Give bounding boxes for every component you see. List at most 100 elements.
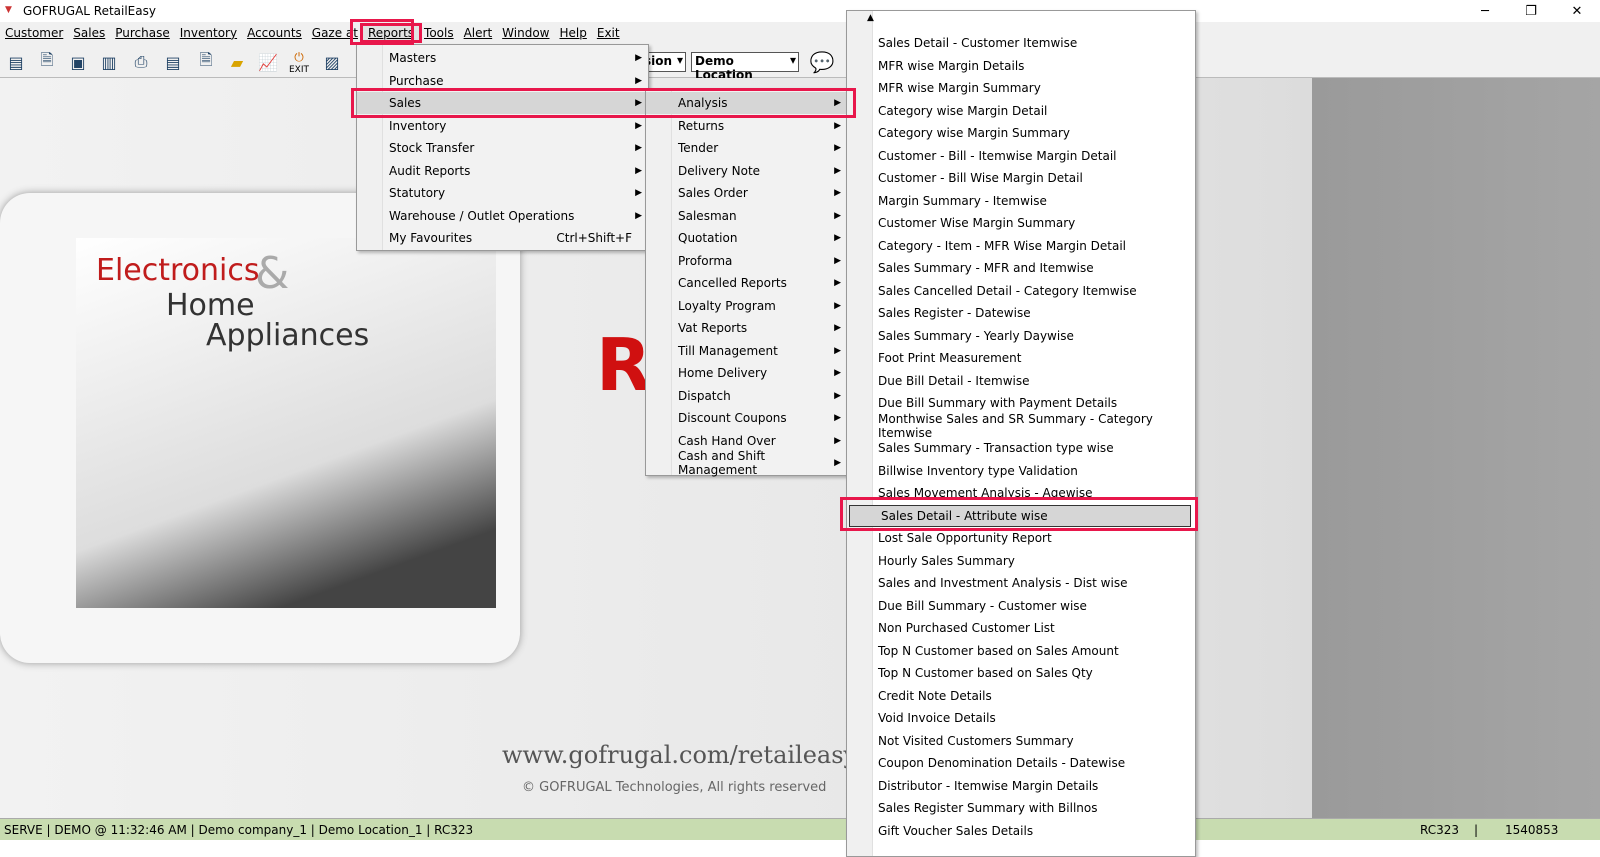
menu-inventory[interactable]: Inventory	[175, 26, 242, 40]
sales-item-delivery-note[interactable]: Delivery Note ▶	[646, 160, 847, 182]
sales-item-returns[interactable]: Returns ▶	[646, 115, 847, 137]
sales-item-sales-order[interactable]: Sales Order ▶	[646, 182, 847, 204]
sales-item-cash-and-shift-management[interactable]: Cash and Shift Management ▶	[646, 449, 847, 477]
close-button[interactable]: ✕	[1554, 0, 1600, 22]
customer-icon[interactable]: ▣	[66, 50, 90, 74]
menu-item-label: Sales Register Summary with Billnos	[878, 801, 1098, 815]
restore-button[interactable]: ❐	[1508, 0, 1554, 22]
sales-item-till-management[interactable]: Till Management ▶	[646, 340, 847, 362]
menu-item-label: Dispatch	[678, 388, 731, 403]
analysis-item-margin-summary-itemwise[interactable]: Margin Summary - Itemwise	[847, 190, 1195, 212]
menu-accounts[interactable]: Accounts	[242, 26, 307, 40]
chart-icon[interactable]: 📈	[256, 50, 280, 74]
analysis-item-category-wise-margin-detail[interactable]: Category wise Margin Detail	[847, 100, 1195, 122]
scroll-up-arrow-icon[interactable]: ▲	[867, 13, 874, 23]
analysis-item-top-n-customer-based-on-sales-amount[interactable]: Top N Customer based on Sales Amount	[847, 640, 1195, 662]
analysis-item-customer-bill-wise-margin-detail[interactable]: Customer - Bill Wise Margin Detail	[847, 167, 1195, 189]
barcode-icon[interactable]: ▥	[97, 50, 121, 74]
reports-item-inventory[interactable]: Inventory ▶	[357, 115, 648, 137]
menu-item-label: Inventory	[389, 118, 447, 133]
sales-item-dispatch[interactable]: Dispatch ▶	[646, 385, 847, 407]
minimize-button[interactable]: ─	[1462, 0, 1508, 22]
analysis-item-customer-bill-itemwise-margin-detail[interactable]: Customer - Bill - Itemwise Margin Detail	[847, 145, 1195, 167]
reports-item-purchase[interactable]: Purchase ▶	[357, 70, 648, 92]
analysis-item-foot-print-measurement[interactable]: Foot Print Measurement	[847, 347, 1195, 369]
analysis-item-sales-register-summary-with-billnos[interactable]: Sales Register Summary with Billnos	[847, 797, 1195, 819]
analysis-item-due-bill-detail-itemwise[interactable]: Due Bill Detail - Itemwise	[847, 370, 1195, 392]
analysis-item-category-item-mfr-wise-margin-detail[interactable]: Category - Item - MFR Wise Margin Detail	[847, 235, 1195, 257]
location-select[interactable]: Demo Location	[691, 52, 799, 82]
status-code: RC323	[1420, 822, 1460, 837]
status-left: SERVE | DEMO @ 11:32:46 AM | Demo compan…	[4, 822, 474, 837]
submenu-arrow-icon: ▶	[635, 210, 642, 221]
reports-item-warehouse-outlet-operations[interactable]: Warehouse / Outlet Operations ▶	[357, 205, 648, 227]
report-icon[interactable]: ▤	[4, 50, 28, 74]
menu-gaze-at[interactable]: Gaze at	[307, 26, 363, 40]
analysis-item-lost-sale-opportunity-report[interactable]: Lost Sale Opportunity Report	[847, 527, 1195, 549]
sales-item-loyalty-program[interactable]: Loyalty Program ▶	[646, 295, 847, 317]
analysis-item-sales-summary-mfr-and-itemwise[interactable]: Sales Summary - MFR and Itemwise	[847, 257, 1195, 279]
analysis-item-coupon-denomination-details-datewise[interactable]: Coupon Denomination Details - Datewise	[847, 752, 1195, 774]
menu-exit[interactable]: Exit	[592, 26, 625, 40]
menu-reports[interactable]: Reports	[359, 23, 423, 43]
analysis-item-distributor-itemwise-margin-details[interactable]: Distributor - Itemwise Margin Details	[847, 775, 1195, 797]
folder-icon[interactable]: ▰	[225, 50, 249, 74]
analysis-item-sales-movement-analysis-agewise[interactable]: Sales Movement Analysis - Agewise	[847, 482, 1195, 504]
menu-window[interactable]: Window	[497, 26, 554, 40]
reports-item-my-favourites[interactable]: My Favourites Ctrl+Shift+F	[357, 227, 648, 249]
sales-item-salesman[interactable]: Salesman ▶	[646, 205, 847, 227]
analysis-item-sales-detail-customer-itemwise[interactable]: Sales Detail - Customer Itemwise	[847, 32, 1195, 54]
sales-item-tender[interactable]: Tender ▶	[646, 137, 847, 159]
document-icon[interactable]: ▤	[161, 50, 185, 74]
menu-help[interactable]: Help	[555, 26, 592, 40]
menu-sales[interactable]: Sales	[68, 26, 110, 40]
reports-item-audit-reports[interactable]: Audit Reports ▶	[357, 160, 648, 182]
graph-report-icon[interactable]: ▨	[320, 50, 344, 74]
analysis-item-credit-note-details[interactable]: Credit Note Details	[847, 685, 1195, 707]
sales-item-quotation[interactable]: Quotation ▶	[646, 227, 847, 249]
submenu-arrow-icon: ▶	[834, 368, 841, 378]
analysis-item-void-invoice-details[interactable]: Void Invoice Details	[847, 707, 1195, 729]
menu-item-label: Sales Detail - Attribute wise	[881, 508, 1048, 523]
reports-item-sales[interactable]: Sales ▶	[357, 92, 648, 114]
purchase-doc-icon[interactable]: 🗎	[194, 50, 218, 74]
analysis-item-mfr-wise-margin-details[interactable]: MFR wise Margin Details	[847, 55, 1195, 77]
analysis-item-sales-register-datewise[interactable]: Sales Register - Datewise	[847, 302, 1195, 324]
menu-alert[interactable]: Alert	[459, 26, 498, 40]
menu-tools[interactable]: Tools	[419, 26, 459, 40]
sales-item-home-delivery[interactable]: Home Delivery ▶	[646, 362, 847, 384]
chat-icon[interactable]: 💬	[810, 50, 835, 74]
exit-button[interactable]: ⏻ EXIT	[287, 50, 311, 75]
analysis-item-sales-cancelled-detail-category-itemwise[interactable]: Sales Cancelled Detail - Category Itemwi…	[847, 280, 1195, 302]
sales-item-vat-reports[interactable]: Vat Reports ▶	[646, 317, 847, 339]
reports-item-masters[interactable]: Masters ▶	[357, 47, 648, 69]
analysis-item-hourly-sales-summary[interactable]: Hourly Sales Summary	[847, 550, 1195, 572]
analysis-item-mfr-wise-margin-summary[interactable]: MFR wise Margin Summary	[847, 77, 1195, 99]
analysis-item-sales-summary-transaction-type-wise[interactable]: Sales Summary - Transaction type wise	[847, 437, 1195, 459]
analysis-item-not-visited-customers-summary[interactable]: Not Visited Customers Summary	[847, 730, 1195, 752]
menu-purchase[interactable]: Purchase	[110, 26, 175, 40]
analysis-item-monthwise-sales-and-sr-summary-category-itemwise[interactable]: Monthwise Sales and SR Summary - Categor…	[847, 412, 1195, 440]
menu-item-label: Stock Transfer	[389, 141, 475, 155]
sales-item-cancelled-reports[interactable]: Cancelled Reports ▶	[646, 272, 847, 294]
analysis-item-top-n-customer-based-on-sales-qty[interactable]: Top N Customer based on Sales Qty	[847, 662, 1195, 684]
analysis-item-sales-and-investment-analysis-dist-wise[interactable]: Sales and Investment Analysis - Dist wis…	[847, 572, 1195, 594]
menu-item-label: Statutory	[389, 186, 446, 200]
cart-doc-icon[interactable]: 🗎	[35, 50, 59, 74]
sales-item-analysis[interactable]: Analysis ▶	[646, 92, 847, 114]
analysis-item-due-bill-summary-customer-wise[interactable]: Due Bill Summary - Customer wise	[847, 595, 1195, 617]
printer-icon[interactable]: ⎙	[129, 50, 153, 74]
analysis-item-gift-voucher-sales-details[interactable]: Gift Voucher Sales Details	[847, 820, 1195, 842]
menu-item-label: Warehouse / Outlet Operations	[389, 208, 575, 223]
analysis-item-sales-summary-yearly-daywise[interactable]: Sales Summary - Yearly Daywise	[847, 325, 1195, 347]
analysis-item-customer-wise-margin-summary[interactable]: Customer Wise Margin Summary	[847, 212, 1195, 234]
analysis-item-billwise-inventory-type-validation[interactable]: Billwise Inventory type Validation	[847, 460, 1195, 482]
menu-customer[interactable]: Customer	[0, 26, 68, 40]
reports-item-stock-transfer[interactable]: Stock Transfer ▶	[357, 137, 648, 159]
reports-item-statutory[interactable]: Statutory ▶	[357, 182, 648, 204]
sales-item-discount-coupons[interactable]: Discount Coupons ▶	[646, 407, 847, 429]
sales-item-proforma[interactable]: Proforma ▶	[646, 250, 847, 272]
analysis-item-category-wise-margin-summary[interactable]: Category wise Margin Summary	[847, 122, 1195, 144]
analysis-item-sales-detail-attribute-wise[interactable]: Sales Detail - Attribute wise	[849, 504, 1191, 527]
analysis-item-non-purchased-customer-list[interactable]: Non Purchased Customer List	[847, 617, 1195, 639]
